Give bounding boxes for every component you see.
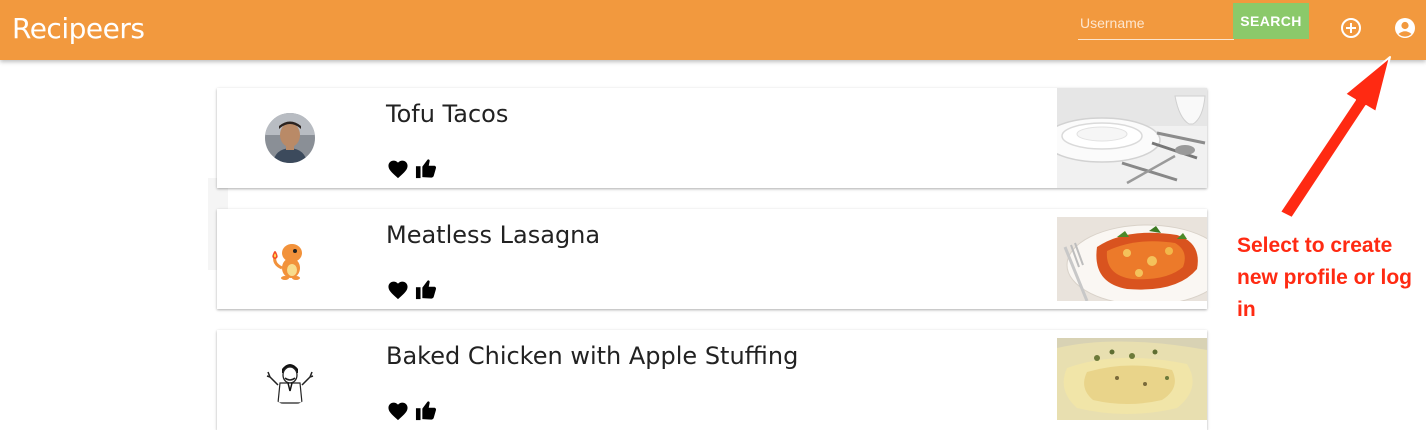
heart-icon[interactable]	[387, 159, 409, 184]
thumbs-up-icon[interactable]	[415, 279, 437, 305]
thumbs-up-icon[interactable]	[415, 158, 437, 184]
username-search-input[interactable]	[1078, 6, 1234, 40]
lasagna-photo[interactable]	[1057, 217, 1207, 301]
user-photo-avatar[interactable]	[265, 113, 315, 163]
place-setting-photo[interactable]	[1057, 88, 1207, 188]
meme-face-avatar[interactable]	[265, 355, 315, 405]
charmander-avatar[interactable]	[265, 234, 315, 284]
app-title[interactable]: Recipeers	[12, 12, 145, 45]
recipe-card[interactable]: Baked Chicken with Apple Stuffing	[217, 330, 1207, 430]
recipe-card[interactable]: Meatless Lasagna	[217, 209, 1207, 309]
app-bar: Recipeers SEARCH	[0, 0, 1426, 60]
recipe-title[interactable]: Baked Chicken with Apple Stuffing	[386, 342, 798, 370]
recipe-card[interactable]: Tofu Tacos	[217, 88, 1207, 188]
recipe-actions	[387, 400, 439, 422]
heart-icon[interactable]	[387, 280, 409, 305]
add-circle-icon[interactable]	[1339, 16, 1363, 40]
recipe-title[interactable]: Meatless Lasagna	[386, 221, 600, 249]
recipe-actions	[387, 158, 439, 180]
recipe-title[interactable]: Tofu Tacos	[386, 100, 508, 128]
account-circle-icon[interactable]	[1393, 16, 1417, 40]
baked-chicken-photo[interactable]	[1057, 338, 1207, 420]
recipe-actions	[387, 279, 439, 301]
annotation-text: Select to create new profile or log in	[1237, 234, 1413, 321]
thumbs-up-icon[interactable]	[415, 400, 437, 426]
heart-icon[interactable]	[387, 401, 409, 426]
search-button[interactable]: SEARCH	[1233, 3, 1309, 39]
